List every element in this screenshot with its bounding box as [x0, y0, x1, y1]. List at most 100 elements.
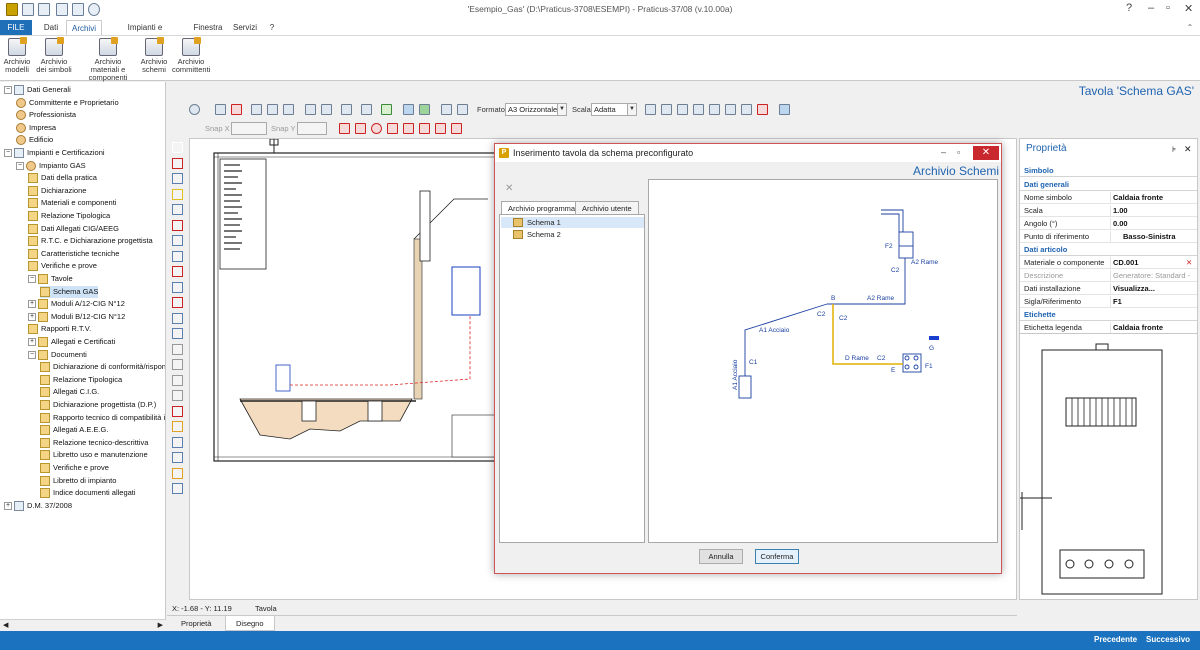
line-tool-icon[interactable]	[339, 123, 350, 134]
prop-row[interactable]: Sigla/Riferimento F1	[1020, 296, 1197, 308]
symbol-tool-icon[interactable]	[172, 421, 183, 432]
expand-toggle-icon[interactable]: −	[4, 86, 12, 95]
symbol-tool-icon[interactable]	[172, 374, 183, 386]
symbol-tool-icon[interactable]	[172, 173, 183, 184]
menu-dati[interactable]: Dati	[38, 20, 64, 35]
tree-item[interactable]: Edificio	[16, 134, 53, 146]
prop-row[interactable]: Scala 1.00	[1020, 205, 1197, 217]
menu-servizi[interactable]: Servizi	[230, 20, 260, 35]
paste-icon[interactable]	[283, 104, 294, 115]
tangent-tool-icon[interactable]	[419, 123, 430, 134]
archivio-committenti-button[interactable]: Archivio committenti	[172, 37, 210, 74]
scala-select[interactable]: Adatta ▼	[591, 103, 637, 116]
archivio-materiali-button[interactable]: Archivio materiali e componenti	[80, 37, 136, 82]
prop-row[interactable]: Dati installazione Visualizza...	[1020, 283, 1197, 295]
tab-archivio-utente[interactable]: Archivio utente	[575, 201, 639, 215]
node-tool-icon[interactable]	[435, 123, 446, 134]
tree-item[interactable]: + D.M. 37/2008	[4, 500, 72, 512]
expand-toggle-icon[interactable]: −	[16, 161, 24, 170]
tree-item[interactable]: Relazione Tipologica	[28, 210, 110, 222]
menu-finestra[interactable]: Finestra	[190, 20, 226, 35]
send-back-icon[interactable]	[741, 104, 752, 115]
tree-item[interactable]: + Allegati e Certificati	[28, 336, 115, 348]
symbol-tool-icon[interactable]	[172, 359, 183, 370]
pin-icon[interactable]: ⊧	[1172, 145, 1176, 154]
tree-item[interactable]: Indice documenti allegati	[40, 487, 136, 499]
expand-toggle-icon[interactable]: +	[28, 312, 36, 321]
save-sheet-icon[interactable]	[441, 104, 452, 115]
prop-row[interactable]: Angolo (°) 0.00	[1020, 218, 1197, 230]
layer-icon[interactable]	[381, 104, 392, 115]
list-item[interactable]: Schema 1	[501, 217, 644, 228]
copy-icon[interactable]	[251, 104, 262, 115]
menu-file[interactable]: FILE	[0, 20, 32, 35]
symbol-tool-icon[interactable]	[172, 204, 183, 215]
close-panel-icon[interactable]: ✕	[1184, 144, 1192, 155]
edit-icon[interactable]	[361, 104, 372, 115]
expand-toggle-icon[interactable]: −	[4, 149, 12, 158]
tree-item[interactable]: + Moduli A/12-CIG N°12	[28, 298, 125, 310]
menu-archivi[interactable]: Archivi	[66, 20, 102, 35]
close-window-button[interactable]: ✕	[1184, 2, 1193, 15]
tree-item[interactable]: Impresa	[16, 122, 56, 134]
symbol-tool-icon[interactable]	[172, 266, 183, 277]
tree-item[interactable]: Allegati C.I.G.	[40, 386, 99, 398]
menu-help[interactable]: ?	[266, 20, 278, 35]
prop-row[interactable]: Materiale o componente CD.001 ✕	[1020, 257, 1197, 269]
archivio-modelli-button[interactable]: Archivio modelli	[2, 37, 32, 74]
dialog-maximize-button[interactable]: ▫	[957, 147, 960, 157]
prop-row[interactable]: Nome simbolo Caldaia fronte	[1020, 192, 1197, 204]
print-icon[interactable]	[457, 104, 468, 115]
crosshair-icon[interactable]	[779, 104, 790, 115]
cancel-button[interactable]: Annulla	[699, 549, 743, 564]
scroll-left-icon[interactable]: ◀	[3, 621, 8, 629]
symbol-tool-icon[interactable]	[172, 328, 183, 339]
symbol-tool-icon[interactable]	[172, 142, 183, 153]
menu-impianti[interactable]: Impianti e Certificazioni	[104, 20, 186, 47]
move-icon[interactable]	[645, 104, 656, 115]
arc-tool-icon[interactable]	[355, 123, 366, 134]
tree-item[interactable]: Relazione tecnico-descrittiva	[40, 437, 148, 449]
archivio-schemi-button[interactable]: Archivio schemi	[140, 37, 168, 74]
tree-item[interactable]: Dati della pratica	[28, 172, 97, 184]
symbol-tool-icon[interactable]	[172, 436, 183, 448]
help-icon[interactable]: ?	[1126, 2, 1132, 14]
next-button[interactable]: Successivo	[1146, 635, 1190, 644]
tree-item[interactable]: − Impianti e Certificazioni	[4, 147, 105, 159]
circle-tool-icon[interactable]	[371, 123, 382, 134]
cut-icon[interactable]	[267, 104, 278, 115]
tree-item[interactable]: Committente e Proprietario	[16, 97, 119, 109]
clear-icon[interactable]: ✕	[1186, 257, 1192, 268]
intersection-tool-icon[interactable]	[451, 123, 462, 134]
symbol-tool-icon[interactable]	[172, 219, 183, 231]
rotate-ccw-icon[interactable]	[677, 104, 688, 115]
symbol-tool-icon[interactable]	[172, 343, 183, 355]
tree-item[interactable]: R.T.C. e Dichiarazione progettista	[28, 235, 153, 247]
redo-draw-icon[interactable]	[321, 104, 332, 115]
tree-item[interactable]: Rapporto tecnico di compatibilità i	[40, 412, 165, 424]
tree-item[interactable]: Caratteristiche tecniche	[28, 248, 119, 260]
expand-toggle-icon[interactable]: −	[28, 350, 36, 359]
tree-item[interactable]: + Moduli B/12-CIG N°12	[28, 311, 125, 323]
symbol-tool-icon[interactable]	[172, 405, 183, 417]
tree-item[interactable]: Dichiarazione	[28, 185, 86, 197]
delete-icon[interactable]	[231, 104, 242, 115]
ribbon-collapse-icon[interactable]: ⌃	[1184, 20, 1196, 35]
tab-archivio-programma[interactable]: Archivio programma	[501, 201, 583, 215]
scroll-right-icon[interactable]: ▶	[158, 621, 163, 629]
tree-item[interactable]: − Impianto GAS	[16, 160, 86, 172]
zoom-icon[interactable]	[189, 104, 200, 115]
tree-item[interactable]: Libretto uso e manutenzione	[40, 449, 148, 461]
tree-item[interactable]: Verifiche e prove	[40, 462, 109, 474]
symbol-tool-icon[interactable]	[172, 452, 183, 463]
tree-item[interactable]: Schema GAS	[40, 285, 99, 298]
snap-y-input[interactable]	[297, 122, 327, 135]
formato-select[interactable]: A3 Orizzontale ▼	[505, 103, 567, 116]
bring-front-icon[interactable]	[725, 104, 736, 115]
fill-icon[interactable]	[419, 104, 430, 115]
tree-item[interactable]: − Tavole	[28, 273, 73, 285]
list-item[interactable]: Schema 2	[501, 229, 644, 240]
tree-horizontal-scrollbar[interactable]: ◀ ▶	[0, 619, 166, 631]
tree-item[interactable]: − Dati Generali	[4, 84, 71, 96]
symbol-tool-icon[interactable]	[172, 250, 183, 262]
